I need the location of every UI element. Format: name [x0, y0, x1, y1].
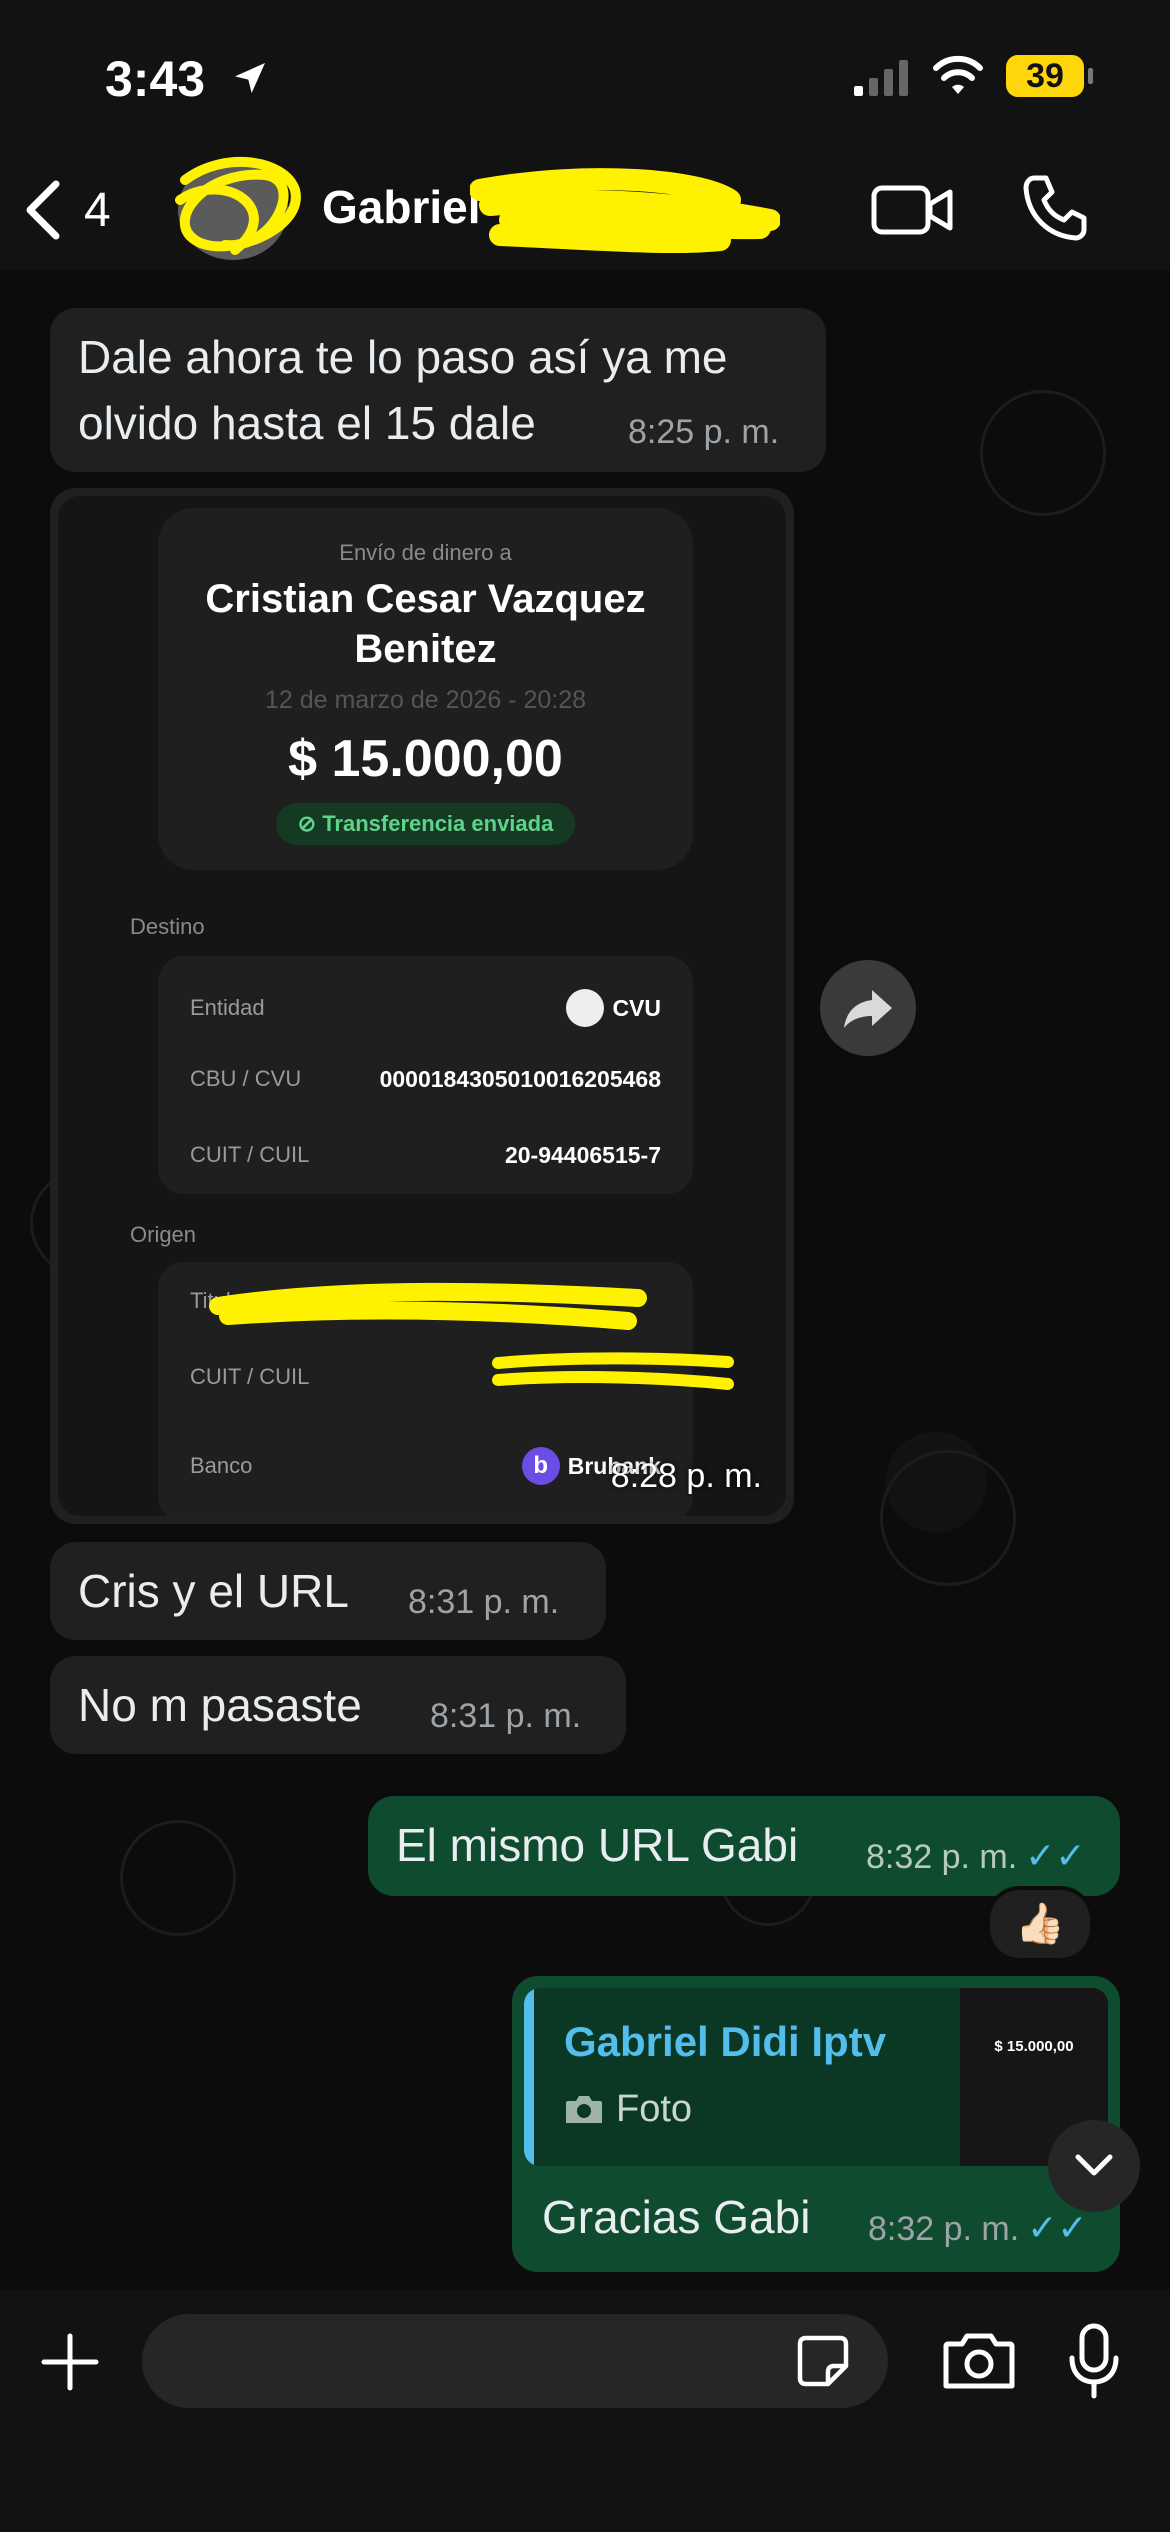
receipt-summary-card: Envío de dinero a Cristian Cesar Vazquez… [158, 508, 693, 870]
receipt-recipient: Cristian Cesar Vazquez [205, 577, 646, 621]
message-text: Gracias Gabi [542, 2191, 811, 2243]
unread-count: 4 [84, 183, 111, 237]
message-time: 8:32 p. m. [866, 1838, 1018, 1876]
transfer-receipt-image[interactable]: Envío de dinero a Cristian Cesar Vazquez… [58, 496, 786, 1516]
message-time: 8:28 p. m. [610, 1457, 762, 1495]
chevron-down-icon [1075, 2154, 1113, 2176]
message-time: 8:32 p. m. [868, 2210, 1020, 2248]
message-time: 8:31 p. m. [430, 1697, 582, 1735]
quoted-message[interactable]: Gabriel Didi Iptv Foto $ 15.000,00 [524, 1988, 1108, 2166]
row-label: CUIT / CUIL [190, 1142, 310, 1167]
status-time: 3:43 [105, 51, 206, 107]
section-label: Origen [130, 1222, 197, 1247]
row-label: Entidad [190, 995, 265, 1020]
camera-icon[interactable] [942, 2328, 1016, 2394]
receipt-recipient: Benitez [354, 627, 497, 671]
row-label: CBU / CVU [190, 1066, 302, 1091]
redaction-scribble [492, 1352, 734, 1390]
forward-arrow-icon [844, 990, 892, 1028]
reaction-badge[interactable]: 👍🏻 [986, 1886, 1094, 1962]
info-row: Entidad CVU [190, 986, 661, 1030]
destination-box: Entidad CVU CBU / CVU 000018430501001620… [158, 956, 693, 1194]
check-circle-icon: ⊘ [297, 811, 323, 836]
row-label: CUIT / CUIL [190, 1364, 310, 1389]
receipt-date: 12 de marzo de 2026 - 20:28 [264, 686, 587, 714]
bank-logo-icon: b [521, 1447, 560, 1485]
chevron-left-icon [26, 180, 60, 240]
quote-author: Gabriel Didi Iptv [564, 2018, 887, 2065]
quote-type: Foto [564, 2088, 692, 2131]
section-label: Destino [130, 914, 205, 939]
microphone-icon[interactable] [1066, 2322, 1122, 2400]
voice-call-icon[interactable] [1020, 172, 1090, 242]
message-meta: 8:32 p. m. ✓✓ [866, 1836, 1086, 1877]
message-input[interactable] [142, 2314, 888, 2408]
receipt-heading: Envío de dinero a [339, 540, 512, 565]
status-badge: ⊘ Transferencia enviada [275, 803, 576, 845]
wifi-icon [933, 55, 983, 94]
battery-indicator: 39 [1006, 55, 1084, 97]
forward-button[interactable] [820, 960, 916, 1056]
sticker-icon[interactable] [792, 2330, 854, 2392]
redaction-scribble [209, 1282, 647, 1330]
message-composer [0, 2290, 1170, 2532]
incoming-image-message[interactable]: Envío de dinero a Cristian Cesar Vazquez… [50, 488, 794, 1524]
location-arrow-icon [235, 63, 265, 93]
redaction-scribble [470, 168, 780, 254]
incoming-message[interactable]: No m pasaste 8:31 p. m. [50, 1656, 626, 1754]
message-text: Dale ahora te lo paso así ya me [78, 331, 728, 383]
contact-name[interactable]: Gabriel [322, 180, 481, 234]
row-value: CVU [566, 986, 661, 1030]
row-value: 0000184305010016205468 [379, 1066, 661, 1092]
outgoing-reply-message[interactable]: Gabriel Didi Iptv Foto $ 15.000,00 Graci… [512, 1976, 1120, 2272]
chat-header: 4 Gabriel [0, 150, 1170, 270]
camera-small-icon [566, 2095, 602, 2123]
info-row: Banco b Brubank [190, 1446, 661, 1486]
row-value: 20-94406515-7 [504, 1142, 661, 1168]
entity-logo-icon [566, 989, 605, 1027]
wallpaper-doodle [980, 390, 1106, 516]
quote-type-label: Foto [616, 2088, 693, 2130]
thumbnail-amount: $ 15.000,00 [994, 2038, 1074, 2055]
message-time: 8:25 p. m. [628, 413, 780, 451]
cellular-signal-icon [854, 60, 908, 96]
receipt-amount: $ 15.000,00 [288, 730, 563, 788]
battery-cap [1088, 68, 1093, 84]
read-receipt-icon: ✓✓ [1027, 2207, 1088, 2248]
back-button[interactable]: 4 [20, 175, 140, 245]
row-label: Banco [190, 1453, 253, 1478]
message-time: 8:31 p. m. [408, 1583, 560, 1621]
entity-name: CVU [612, 995, 661, 1021]
outgoing-message[interactable]: El mismo URL Gabi 8:32 p. m. ✓✓ [368, 1796, 1120, 1896]
plus-icon[interactable] [38, 2330, 102, 2394]
read-receipt-icon: ✓✓ [1025, 1835, 1086, 1876]
message-meta: 8:32 p. m. ✓✓ [868, 2208, 1088, 2249]
wallpaper-doodle [120, 1820, 236, 1936]
video-call-icon[interactable] [870, 178, 956, 242]
info-row: CUIT / CUIL 20-94406515-7 [190, 1142, 661, 1168]
receipt-status: Transferencia enviada [322, 811, 554, 836]
info-row: CBU / CVU 0000184305010016205468 [190, 1066, 661, 1092]
incoming-message[interactable]: Cris y el URL 8:31 p. m. [50, 1542, 606, 1640]
quote-accent-bar [524, 1988, 534, 2166]
redaction-scribble [175, 156, 301, 255]
wallpaper-doodle [880, 1450, 1016, 1586]
scroll-to-bottom-button[interactable] [1048, 2120, 1140, 2212]
incoming-message[interactable]: Dale ahora te lo paso así ya me olvido h… [50, 308, 826, 472]
status-bar: 3:43 39 [0, 0, 1170, 150]
